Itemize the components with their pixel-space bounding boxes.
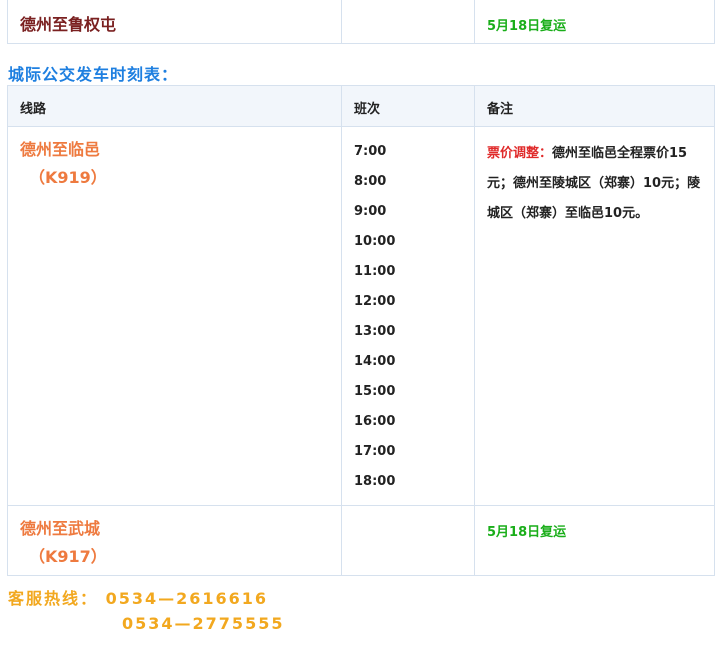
hotline-phone: 0534—2775555 [122,614,285,633]
route-name: 德州至武城 [20,519,101,538]
departure-time: 11:00 [354,264,396,279]
table-row: 德州至鲁权屯 5月18日复运 [7,0,715,44]
route-cell: 德州至武城 （K917） [7,505,342,576]
top-route-table: 德州至鲁权屯 5月18日复运 [7,0,715,44]
header-route-label: 线路 [20,102,47,117]
departure-time: 9:00 [354,204,387,219]
route-name: 德州至鲁权屯 [20,15,117,34]
departure-time: 7:00 [354,144,387,159]
fare-adjust-label: 票价调整： [487,146,553,161]
timetable: 线路 班次 备注 德州至临邑 （K919） 7:00 8:00 9:00 10:… [7,85,715,576]
departure-time: 15:00 [354,384,396,399]
table-header-row: 线路 班次 备注 [7,85,715,127]
section-heading: 城际公交发车时刻表： [8,65,179,84]
route-label: 德州至武城 （K917） [8,506,341,571]
schedule-cell: 7:00 8:00 9:00 10:00 11:00 12:00 13:00 1… [341,126,475,506]
note-cell: 5月18日复运 [474,0,715,44]
header-schedule: 班次 [341,85,475,127]
header-schedule-label: 班次 [354,102,381,117]
route-cell: 德州至鲁权屯 [7,0,342,44]
schedule-cell [341,0,475,44]
table-row: 德州至临邑 （K919） 7:00 8:00 9:00 10:00 11:00 … [7,126,715,506]
hotline-phone: 0534—2616616 [105,589,269,608]
note-cell: 5月18日复运 [474,505,715,576]
departure-time: 13:00 [354,324,396,339]
departure-time: 8:00 [354,174,387,189]
departure-time: 17:00 [354,444,396,459]
hotline-label: 客服热线： [8,589,99,608]
departure-time: 14:00 [354,354,396,369]
departure-time: 18:00 [354,474,396,489]
route-code: （K917） [29,547,107,566]
departure-time: 12:00 [354,294,396,309]
departure-time: 16:00 [354,414,396,429]
hotline: 客服热线： 0534—2616616 [8,585,268,609]
header-note: 备注 [474,85,715,127]
table-row: 德州至武城 （K917） 5月18日复运 [7,505,715,576]
departure-time: 10:00 [354,234,396,249]
header-note-label: 备注 [487,102,514,117]
note-cell: 票价调整：德州至临邑全程票价15元；德州至陵城区（郑寨）10元；陵城区（郑寨）至… [474,126,715,506]
resume-status: 5月18日复运 [487,525,567,540]
schedule-cell [341,505,475,576]
resume-status: 5月18日复运 [487,19,567,34]
route-cell: 德州至临邑 （K919） [7,126,342,506]
route-label: 德州至临邑 （K919） [8,127,341,192]
route-name: 德州至临邑 [20,140,101,159]
route-code: （K919） [29,168,107,187]
header-route: 线路 [7,85,342,127]
